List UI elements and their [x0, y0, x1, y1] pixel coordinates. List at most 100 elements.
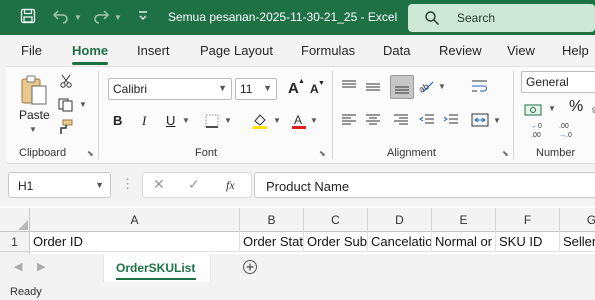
decrease-indent-icon[interactable] — [418, 111, 436, 129]
svg-text:A: A — [294, 113, 302, 127]
tab-view[interactable]: View — [507, 43, 535, 58]
increase-indent-icon[interactable] — [442, 111, 460, 129]
save-icon[interactable] — [20, 8, 36, 27]
paste-button[interactable]: Paste — [19, 108, 50, 122]
accounting-format-icon[interactable] — [522, 101, 546, 119]
alignment-launcher-icon[interactable]: ⬊ — [502, 149, 509, 158]
underline-button[interactable]: U — [166, 113, 175, 128]
redo-icon[interactable] — [92, 8, 110, 27]
column-header[interactable]: G — [560, 208, 595, 232]
select-all-button[interactable] — [0, 208, 30, 232]
merge-dropdown-icon[interactable]: ▼ — [493, 116, 501, 125]
formula-buttons: ✕ ✓ fx — [142, 172, 252, 198]
active-tab-indicator — [72, 62, 108, 65]
font-color-dropdown-icon[interactable]: ▼ — [310, 116, 318, 125]
align-top-icon[interactable] — [340, 79, 358, 95]
font-size-value: 11 — [240, 82, 253, 96]
font-name-value: Calibri — [113, 82, 148, 96]
number-format-dropdown[interactable]: General — [521, 71, 595, 93]
align-right-icon[interactable] — [392, 111, 410, 129]
cancel-icon[interactable]: ✕ — [153, 176, 165, 193]
column-header[interactable]: F — [496, 208, 560, 232]
italic-button[interactable]: I — [142, 113, 146, 129]
bold-button[interactable]: B — [113, 113, 122, 128]
fill-color-dropdown-icon[interactable]: ▼ — [273, 116, 281, 125]
status-text: Ready — [10, 286, 42, 298]
font-color-icon[interactable]: A — [290, 111, 308, 131]
increase-decimal-icon[interactable]: ← 0 .00 — [529, 121, 551, 139]
column-header[interactable]: A — [30, 208, 240, 232]
formula-input[interactable]: Product Name — [254, 172, 595, 198]
tab-page-layout[interactable]: Page Layout — [200, 43, 273, 58]
cell-a1[interactable]: Order ID — [30, 232, 240, 252]
copy-dropdown-icon[interactable]: ▼ — [79, 100, 87, 109]
paste-dropdown-icon[interactable]: ▼ — [29, 125, 37, 134]
font-name-dropdown[interactable]: Calibri ▼ — [108, 78, 232, 100]
cell-g1[interactable]: Seller — [560, 232, 595, 252]
undo-icon[interactable] — [52, 8, 70, 27]
add-sheet-icon[interactable] — [242, 259, 258, 278]
undo-dropdown-icon[interactable]: ▼ — [74, 13, 82, 22]
scroll-sheets-left-icon[interactable]: ◀ — [14, 260, 22, 273]
cut-icon[interactable] — [58, 73, 74, 89]
worksheet-grid[interactable]: A B C D E F G 1 Order ID Order Stat Orde… — [0, 206, 595, 258]
row-header[interactable]: 1 — [0, 232, 30, 252]
tab-insert[interactable]: Insert — [137, 43, 170, 58]
cell-d1[interactable]: Cancelatio — [368, 232, 432, 252]
insert-function-button[interactable]: fx — [226, 178, 235, 193]
percent-style-button[interactable]: % — [569, 98, 583, 116]
alignment-group-label: Alignment — [387, 147, 436, 159]
ribbon: Paste ▼ ▼ Clipboard ⬊ Calibri ▼ 11 ▼ A ▲… — [6, 66, 595, 164]
orientation-icon[interactable]: ab — [416, 77, 436, 95]
formula-bar-splitter[interactable]: ⋮ — [121, 176, 134, 192]
copy-icon[interactable] — [56, 97, 76, 113]
font-size-dropdown[interactable]: 11 ▼ — [235, 78, 277, 100]
svg-text:.0: .0 — [566, 132, 572, 139]
accounting-dropdown-icon[interactable]: ▼ — [548, 104, 556, 113]
paste-icon[interactable] — [16, 73, 52, 109]
borders-dropdown-icon[interactable]: ▼ — [224, 116, 232, 125]
fill-color-icon[interactable] — [250, 111, 270, 131]
format-painter-icon[interactable] — [56, 119, 74, 135]
tab-help[interactable]: Help — [562, 43, 589, 58]
align-center-icon[interactable] — [364, 111, 382, 129]
tab-data[interactable]: Data — [383, 43, 410, 58]
search-icon — [424, 10, 440, 29]
cell-f1[interactable]: SKU ID — [496, 232, 560, 252]
decrease-decimal-icon[interactable]: .00 → .0 — [557, 121, 579, 139]
cell-e1[interactable]: Normal or — [432, 232, 496, 252]
cell-b1[interactable]: Order Stat — [240, 232, 304, 252]
formula-bar: H1 ▼ ⋮ ✕ ✓ fx Product Name — [0, 164, 595, 206]
align-left-icon[interactable] — [340, 111, 358, 129]
underline-dropdown-icon[interactable]: ▼ — [182, 116, 190, 125]
search-label: Search — [457, 11, 496, 25]
column-header[interactable]: C — [304, 208, 368, 232]
column-header[interactable]: D — [368, 208, 432, 232]
wrap-text-icon[interactable] — [470, 77, 490, 95]
svg-text:.00: .00 — [559, 123, 569, 130]
borders-icon[interactable] — [203, 113, 221, 129]
tab-formulas[interactable]: Formulas — [301, 43, 355, 58]
name-box[interactable]: H1 ▼ — [8, 172, 111, 198]
sheet-tab-underline — [116, 278, 196, 280]
sheet-tab[interactable]: OrderSKUList — [104, 254, 210, 282]
search-box[interactable]: Search — [408, 4, 595, 32]
enter-icon[interactable]: ✓ — [188, 176, 200, 193]
grow-font-icon: ▲ — [298, 78, 305, 85]
align-middle-icon[interactable] — [364, 79, 382, 95]
tab-review[interactable]: Review — [439, 43, 482, 58]
tab-file[interactable]: File — [21, 43, 42, 58]
merge-center-icon[interactable] — [470, 111, 490, 129]
column-header[interactable]: B — [240, 208, 304, 232]
scroll-sheets-right-icon[interactable]: ▶ — [37, 260, 45, 273]
orientation-dropdown-icon[interactable]: ▼ — [438, 82, 446, 91]
customize-toolbar-icon[interactable] — [138, 10, 148, 25]
column-header[interactable]: E — [432, 208, 496, 232]
svg-text:.00: .00 — [531, 132, 541, 139]
align-bottom-icon[interactable] — [390, 75, 414, 99]
clipboard-launcher-icon[interactable]: ⬊ — [87, 149, 94, 158]
cell-c1[interactable]: Order Sub — [304, 232, 368, 252]
tab-home[interactable]: Home — [72, 43, 108, 58]
redo-dropdown-icon[interactable]: ▼ — [114, 13, 122, 22]
font-launcher-icon[interactable]: ⬊ — [319, 149, 326, 158]
